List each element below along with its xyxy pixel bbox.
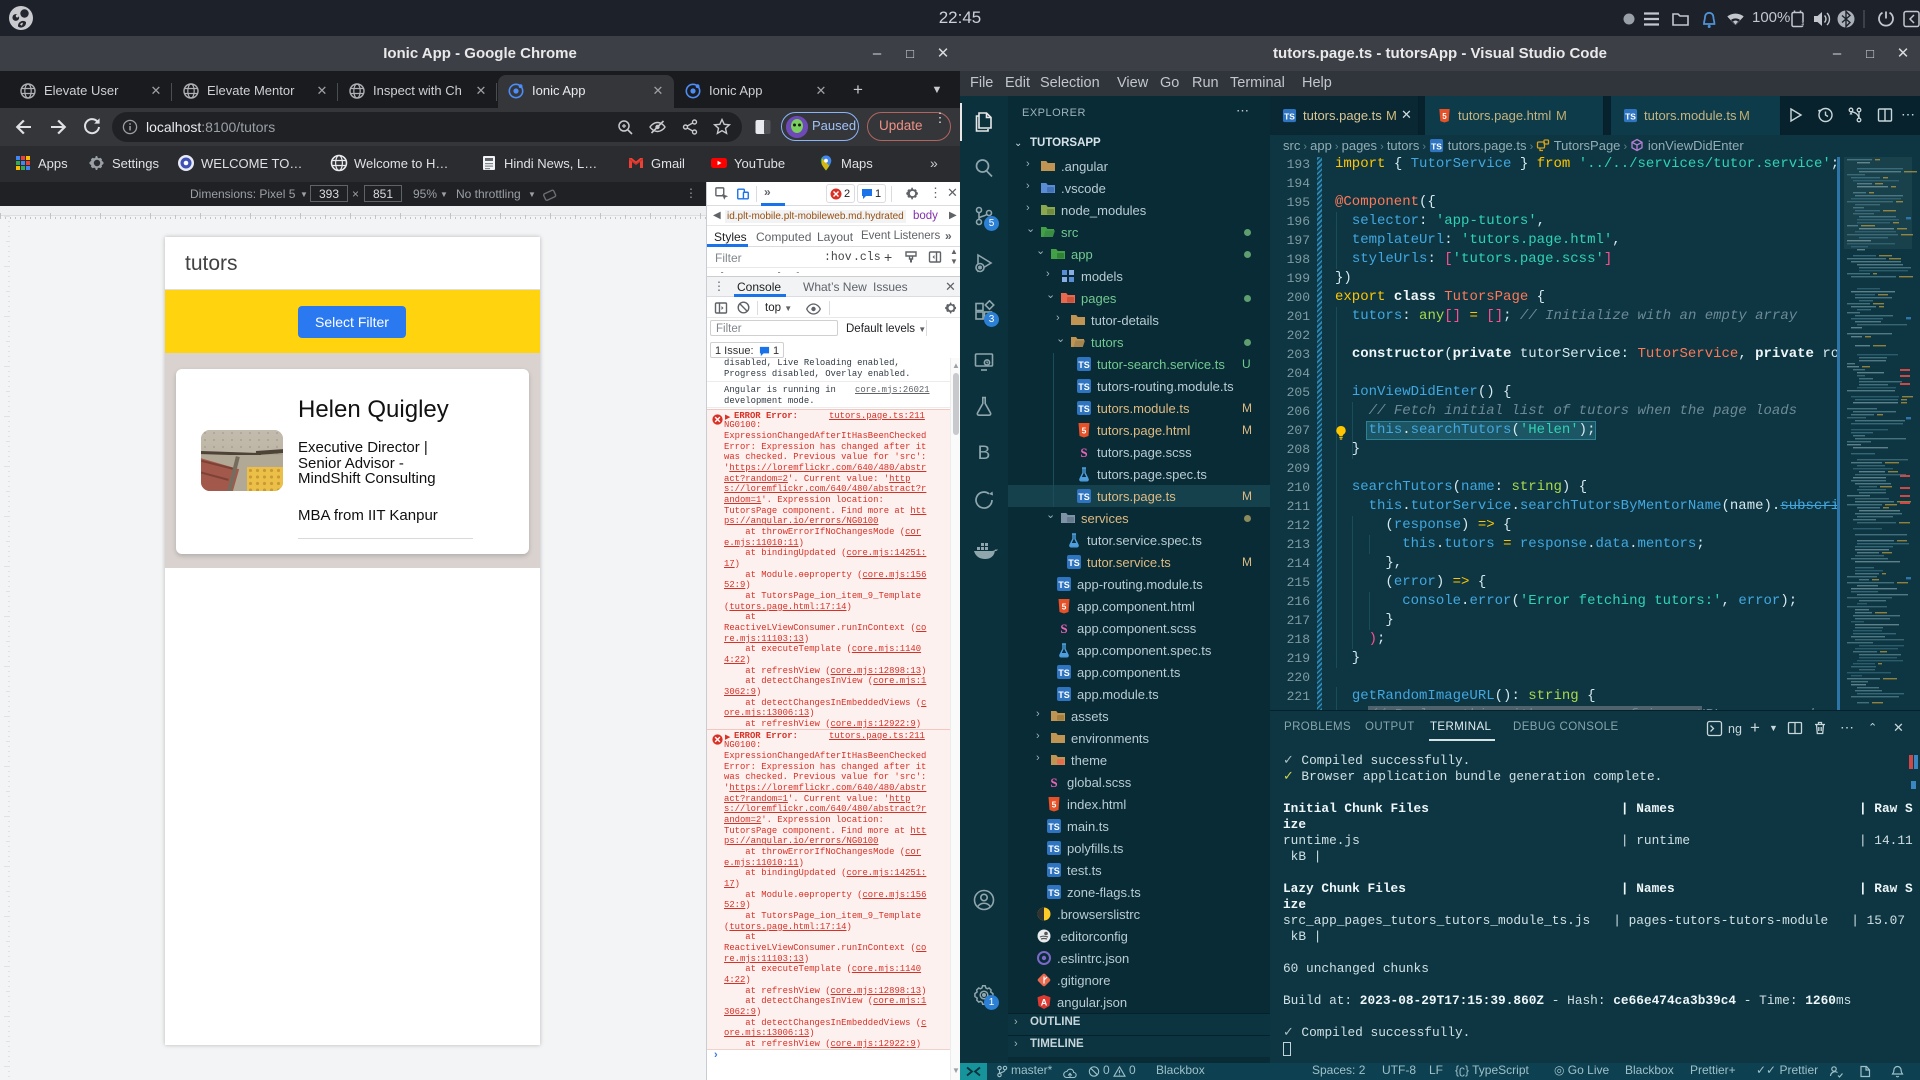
svg-text:B: B bbox=[978, 443, 991, 464]
svg-text:TS: TS bbox=[1058, 668, 1070, 678]
svg-text:TS: TS bbox=[1078, 404, 1090, 414]
svg-text:S: S bbox=[1050, 775, 1057, 790]
svg-text:S: S bbox=[1080, 445, 1087, 460]
svg-text:TS: TS bbox=[1068, 558, 1080, 568]
svg-text:S: S bbox=[1060, 621, 1067, 636]
svg-text:TS: TS bbox=[1078, 382, 1090, 392]
svg-text:TS: TS bbox=[1078, 492, 1090, 502]
svg-text:TS: TS bbox=[1078, 360, 1090, 370]
svg-text:TS: TS bbox=[1048, 866, 1060, 876]
svg-text:TS: TS bbox=[1431, 141, 1442, 151]
svg-text:TS: TS bbox=[1058, 690, 1070, 700]
svg-text:TS: TS bbox=[1048, 822, 1060, 832]
svg-text:5: 5 bbox=[1052, 800, 1057, 810]
svg-text:5: 5 bbox=[1442, 112, 1447, 121]
svg-text:TS: TS bbox=[1625, 111, 1636, 121]
svg-text:A: A bbox=[1041, 998, 1048, 1008]
svg-text:TS: TS bbox=[1284, 111, 1295, 121]
svg-text:TS: TS bbox=[1048, 888, 1060, 898]
svg-text:TS: TS bbox=[1048, 844, 1060, 854]
svg-text:TS: TS bbox=[1058, 580, 1070, 590]
svg-text:5: 5 bbox=[1082, 426, 1087, 436]
svg-text:5: 5 bbox=[1062, 602, 1067, 612]
